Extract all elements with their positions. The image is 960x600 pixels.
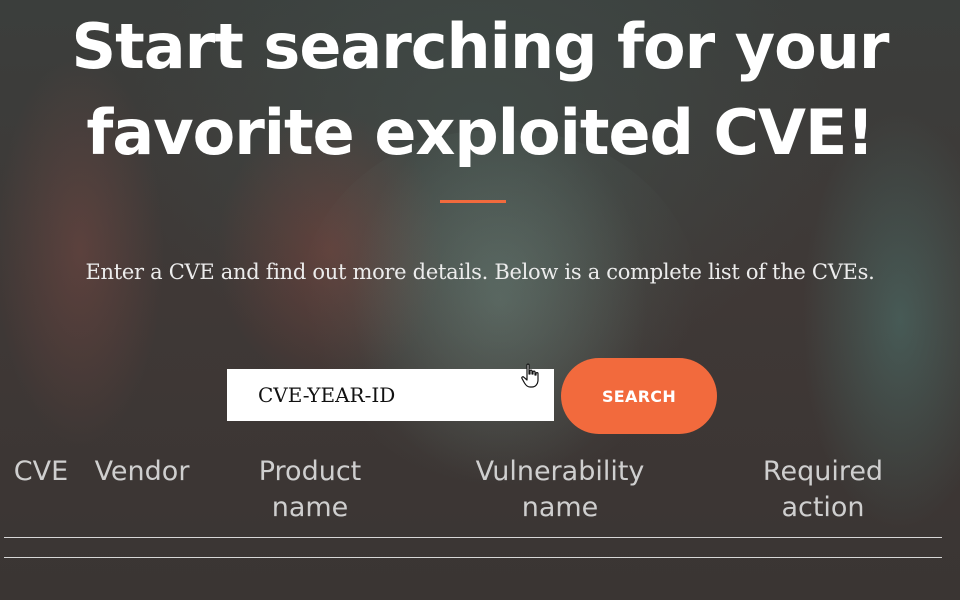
cve-search-input[interactable] (227, 369, 554, 421)
column-header-required-action[interactable]: Required action (745, 454, 901, 526)
table-row-divider (4, 557, 942, 558)
column-header-vendor[interactable]: Vendor (86, 454, 198, 490)
column-header-vulnerability-name[interactable]: Vulnerability name (455, 454, 665, 526)
page-subtitle: Enter a CVE and find out more details. B… (85, 260, 875, 284)
hand-pointer-icon (521, 363, 539, 388)
column-header-cve[interactable]: CVE (11, 454, 71, 490)
column-header-product-name[interactable]: Product name (240, 454, 380, 526)
table-header-divider (4, 537, 942, 538)
page-title: Start searching for your favorite exploi… (71, 10, 890, 169)
search-button[interactable]: SEARCH (561, 358, 717, 434)
cve-table-header: CVE Vendor Product name Vulnerability na… (0, 452, 960, 532)
title-divider (440, 200, 506, 203)
hero-section: Start searching for your favorite exploi… (0, 0, 960, 600)
